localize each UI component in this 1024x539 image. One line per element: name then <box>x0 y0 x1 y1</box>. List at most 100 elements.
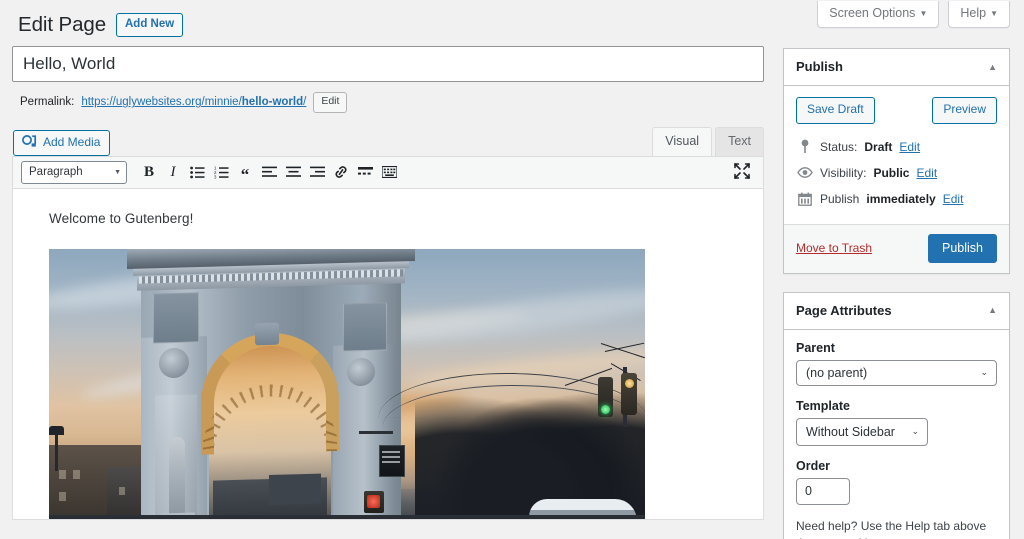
parent-select[interactable]: (no parent) ⌄ <box>796 359 997 386</box>
street-lamp <box>55 430 58 471</box>
help-label: Help <box>960 6 987 20</box>
order-input[interactable]: 0 <box>796 477 850 505</box>
medallion <box>159 347 189 379</box>
move-to-trash-link[interactable]: Move to Trash <box>796 241 872 255</box>
publish-panel-title: Publish <box>796 59 843 74</box>
distant-buildings <box>269 473 321 505</box>
permalink-slug: hello-world <box>241 96 304 109</box>
edit-visibility-link[interactable]: Edit <box>916 166 937 180</box>
publish-actions-row: Save Draft Preview <box>796 97 997 124</box>
relief-panel <box>343 302 387 352</box>
align-right-icon[interactable] <box>305 161 329 183</box>
publish-panel-footer: Move to Trash Publish <box>784 223 1009 273</box>
page-title: Edit Page <box>18 13 106 36</box>
ground <box>49 514 645 519</box>
publish-panel-body: Save Draft Preview Status: Draft Edit Vi… <box>784 86 1009 224</box>
bulleted-list-icon[interactable] <box>185 161 209 183</box>
tab-visual[interactable]: Visual <box>652 126 713 156</box>
permalink-link[interactable]: https://uglywebsites.org/minnie/hello-wo… <box>81 96 306 108</box>
page-attributes-body: Parent (no parent) ⌄ Template Without Si… <box>784 330 1009 539</box>
add-new-button[interactable]: Add New <box>116 13 184 37</box>
screen-options-label: Screen Options <box>829 6 916 20</box>
street-lamp-head <box>49 425 64 435</box>
italic-icon[interactable]: I <box>161 161 185 183</box>
street-sign-text <box>382 450 400 465</box>
parent-label: Parent <box>796 340 835 355</box>
insert-link-icon[interactable] <box>329 161 353 183</box>
content-image[interactable] <box>49 248 645 519</box>
edit-status-link[interactable]: Edit <box>899 140 920 154</box>
template-value: Without Sidebar <box>806 424 895 439</box>
schedule-label: Publish <box>820 191 860 206</box>
help-tab[interactable]: Help ▼ <box>948 1 1010 28</box>
chevron-up-icon[interactable]: ▲ <box>988 305 997 315</box>
paragraph-format-select[interactable]: Paragraph ▼ <box>21 160 127 184</box>
read-more-icon[interactable] <box>353 161 377 183</box>
relief-panel <box>153 291 199 344</box>
chevron-down-icon: ⌄ <box>911 426 919 437</box>
edit-permalink-button[interactable]: Edit <box>313 92 348 113</box>
medallion <box>347 357 375 387</box>
parent-value: (no parent) <box>806 365 868 380</box>
window <box>119 486 125 495</box>
chevron-down-icon: ▼ <box>919 9 928 18</box>
page-attributes-help-text: Need help? Use the Help tab above the sc… <box>796 518 987 539</box>
schedule-row: Publish immediately Edit <box>796 186 997 212</box>
bare-trees <box>415 341 645 519</box>
chevron-down-icon: ⌄ <box>980 367 988 378</box>
tab-text[interactable]: Text <box>715 126 764 156</box>
window <box>59 469 66 479</box>
chevron-down-icon: ▼ <box>114 168 121 176</box>
window <box>59 491 66 501</box>
main-editor-column: Hello, World Permalink: https://uglywebs… <box>12 46 764 520</box>
toolbar-toggle-icon[interactable] <box>377 161 401 183</box>
save-draft-button[interactable]: Save Draft <box>796 97 875 124</box>
content-paragraph: Welcome to Gutenberg! <box>49 210 194 226</box>
status-label: Status: <box>820 139 858 154</box>
publish-panel-header[interactable]: Publish ▲ <box>784 49 1009 86</box>
align-center-icon[interactable] <box>281 161 305 183</box>
statue <box>169 436 185 515</box>
bold-icon[interactable]: B <box>137 161 161 183</box>
post-title-input[interactable]: Hello, World <box>12 46 764 82</box>
screen-options-tab[interactable]: Screen Options ▼ <box>817 1 940 28</box>
schedule-value: immediately <box>866 191 936 206</box>
template-select[interactable]: Without Sidebar ⌄ <box>796 417 928 446</box>
publish-button[interactable]: Publish <box>928 233 997 263</box>
template-label: Template <box>796 398 850 413</box>
permalink-suffix: / <box>303 96 307 109</box>
preview-button[interactable]: Preview <box>932 97 997 124</box>
status-row: Status: Draft Edit <box>796 134 997 160</box>
page-attributes-title: Page Attributes <box>796 302 892 318</box>
edit-schedule-link[interactable]: Edit <box>943 192 964 206</box>
pin-icon <box>797 139 813 155</box>
blockquote-icon[interactable]: “ <box>233 158 257 186</box>
chevron-up-icon[interactable]: ▲ <box>988 62 997 72</box>
wordpress-page-editor-screen: Screen Options ▼ Help ▼ Edit Page Add New … <box>0 0 1024 539</box>
visibility-row: Visibility: Public Edit <box>796 160 997 186</box>
calendar-icon <box>797 191 813 207</box>
align-left-icon[interactable] <box>257 161 281 183</box>
eye-icon <box>797 165 813 181</box>
numbered-list-icon[interactable]: 1 2 3 <box>209 161 233 183</box>
status-value: Draft <box>864 139 893 154</box>
traffic-light-amber <box>625 378 634 388</box>
editor-sidebar: Publish ▲ Save Draft Preview Status: Dra… <box>783 48 1010 539</box>
window <box>73 469 80 479</box>
permalink-prefix: https://uglywebsites.org/minnie/ <box>81 96 242 109</box>
editor-content-area[interactable]: Welcome to Gutenberg! <box>13 188 763 519</box>
media-icon <box>22 135 37 149</box>
distraction-free-icon[interactable] <box>733 162 753 182</box>
traffic-light-green <box>601 404 610 414</box>
visibility-label: Visibility: <box>820 165 867 180</box>
pedestrian-signal-red <box>367 494 380 508</box>
page-attributes-panel: Page Attributes ▲ Parent (no parent) ⌄ T… <box>783 291 1010 539</box>
arch-keystone <box>255 322 279 345</box>
add-media-label: Add Media <box>43 135 101 150</box>
add-media-button[interactable]: Add Media <box>13 130 111 156</box>
editor-top-row: Add Media Visual Text <box>12 126 764 156</box>
page-heading-row: Edit Page Add New <box>18 13 184 37</box>
washington-square-arch <box>127 248 415 519</box>
page-attributes-header[interactable]: Page Attributes ▲ <box>784 293 1009 330</box>
screen-meta-tabs: Screen Options ▼ Help ▼ <box>817 1 1010 28</box>
